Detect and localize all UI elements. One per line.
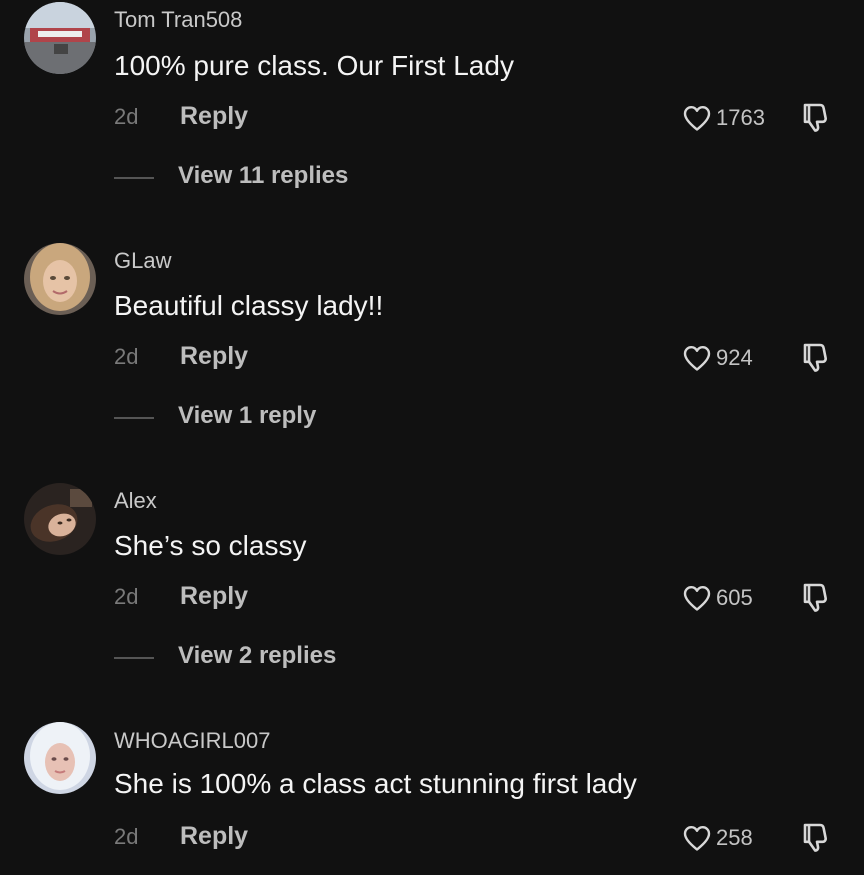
like-button[interactable]: 605 <box>682 580 753 616</box>
avatar[interactable] <box>24 722 96 794</box>
like-count: 1763 <box>716 105 765 130</box>
thumbs-down-icon[interactable] <box>798 340 832 374</box>
comment-text: She is 100% a class act stunning first l… <box>114 768 637 799</box>
like-count: 258 <box>716 825 753 850</box>
like-button[interactable]: 1763 <box>682 100 765 136</box>
comment-text: 100% pure class. Our First Lady <box>114 50 514 81</box>
avatar[interactable] <box>24 243 96 315</box>
timestamp: 2d <box>114 584 139 609</box>
timestamp: 2d <box>114 104 139 129</box>
username[interactable]: Tom Tran508 <box>114 7 242 33</box>
view-replies-label: View 11 replies <box>178 162 349 189</box>
username[interactable]: Alex <box>114 488 157 514</box>
comment-text: Beautiful classy lady!! <box>114 290 384 321</box>
timestamp: 2d <box>114 344 139 369</box>
comment-actions: 2d Reply 258 <box>114 820 864 856</box>
comment-actions: 2d Reply 605 <box>114 580 864 616</box>
comment-text: She’s so classy <box>114 530 307 561</box>
view-replies-label: View 1 reply <box>178 402 317 429</box>
reply-button[interactable]: Reply <box>180 342 248 371</box>
reply-divider <box>114 657 154 659</box>
like-button[interactable]: 258 <box>682 820 753 856</box>
reply-button[interactable]: Reply <box>180 822 248 851</box>
thumbs-down-icon[interactable] <box>798 820 832 854</box>
username[interactable]: WHOAGIRL007 <box>114 728 271 754</box>
avatar[interactable] <box>24 2 96 74</box>
reply-divider <box>114 177 154 179</box>
heart-icon <box>682 584 712 612</box>
comment-actions: 2d Reply 924 <box>114 340 864 376</box>
reply-button[interactable]: Reply <box>180 102 248 131</box>
reply-button[interactable]: Reply <box>180 582 248 611</box>
reply-divider <box>114 417 154 419</box>
view-replies-label: View 2 replies <box>178 642 337 669</box>
like-count: 605 <box>716 585 753 610</box>
comment-actions: 2d Reply 1763 <box>114 100 864 136</box>
timestamp: 2d <box>114 824 139 849</box>
thumbs-down-icon[interactable] <box>798 100 832 134</box>
like-count: 924 <box>716 345 753 370</box>
avatar[interactable] <box>24 483 96 555</box>
thumbs-down-icon[interactable] <box>798 580 832 614</box>
heart-icon <box>682 104 712 132</box>
like-button[interactable]: 924 <box>682 340 753 376</box>
username[interactable]: GLaw <box>114 248 171 274</box>
heart-icon <box>682 344 712 372</box>
heart-icon <box>682 824 712 852</box>
